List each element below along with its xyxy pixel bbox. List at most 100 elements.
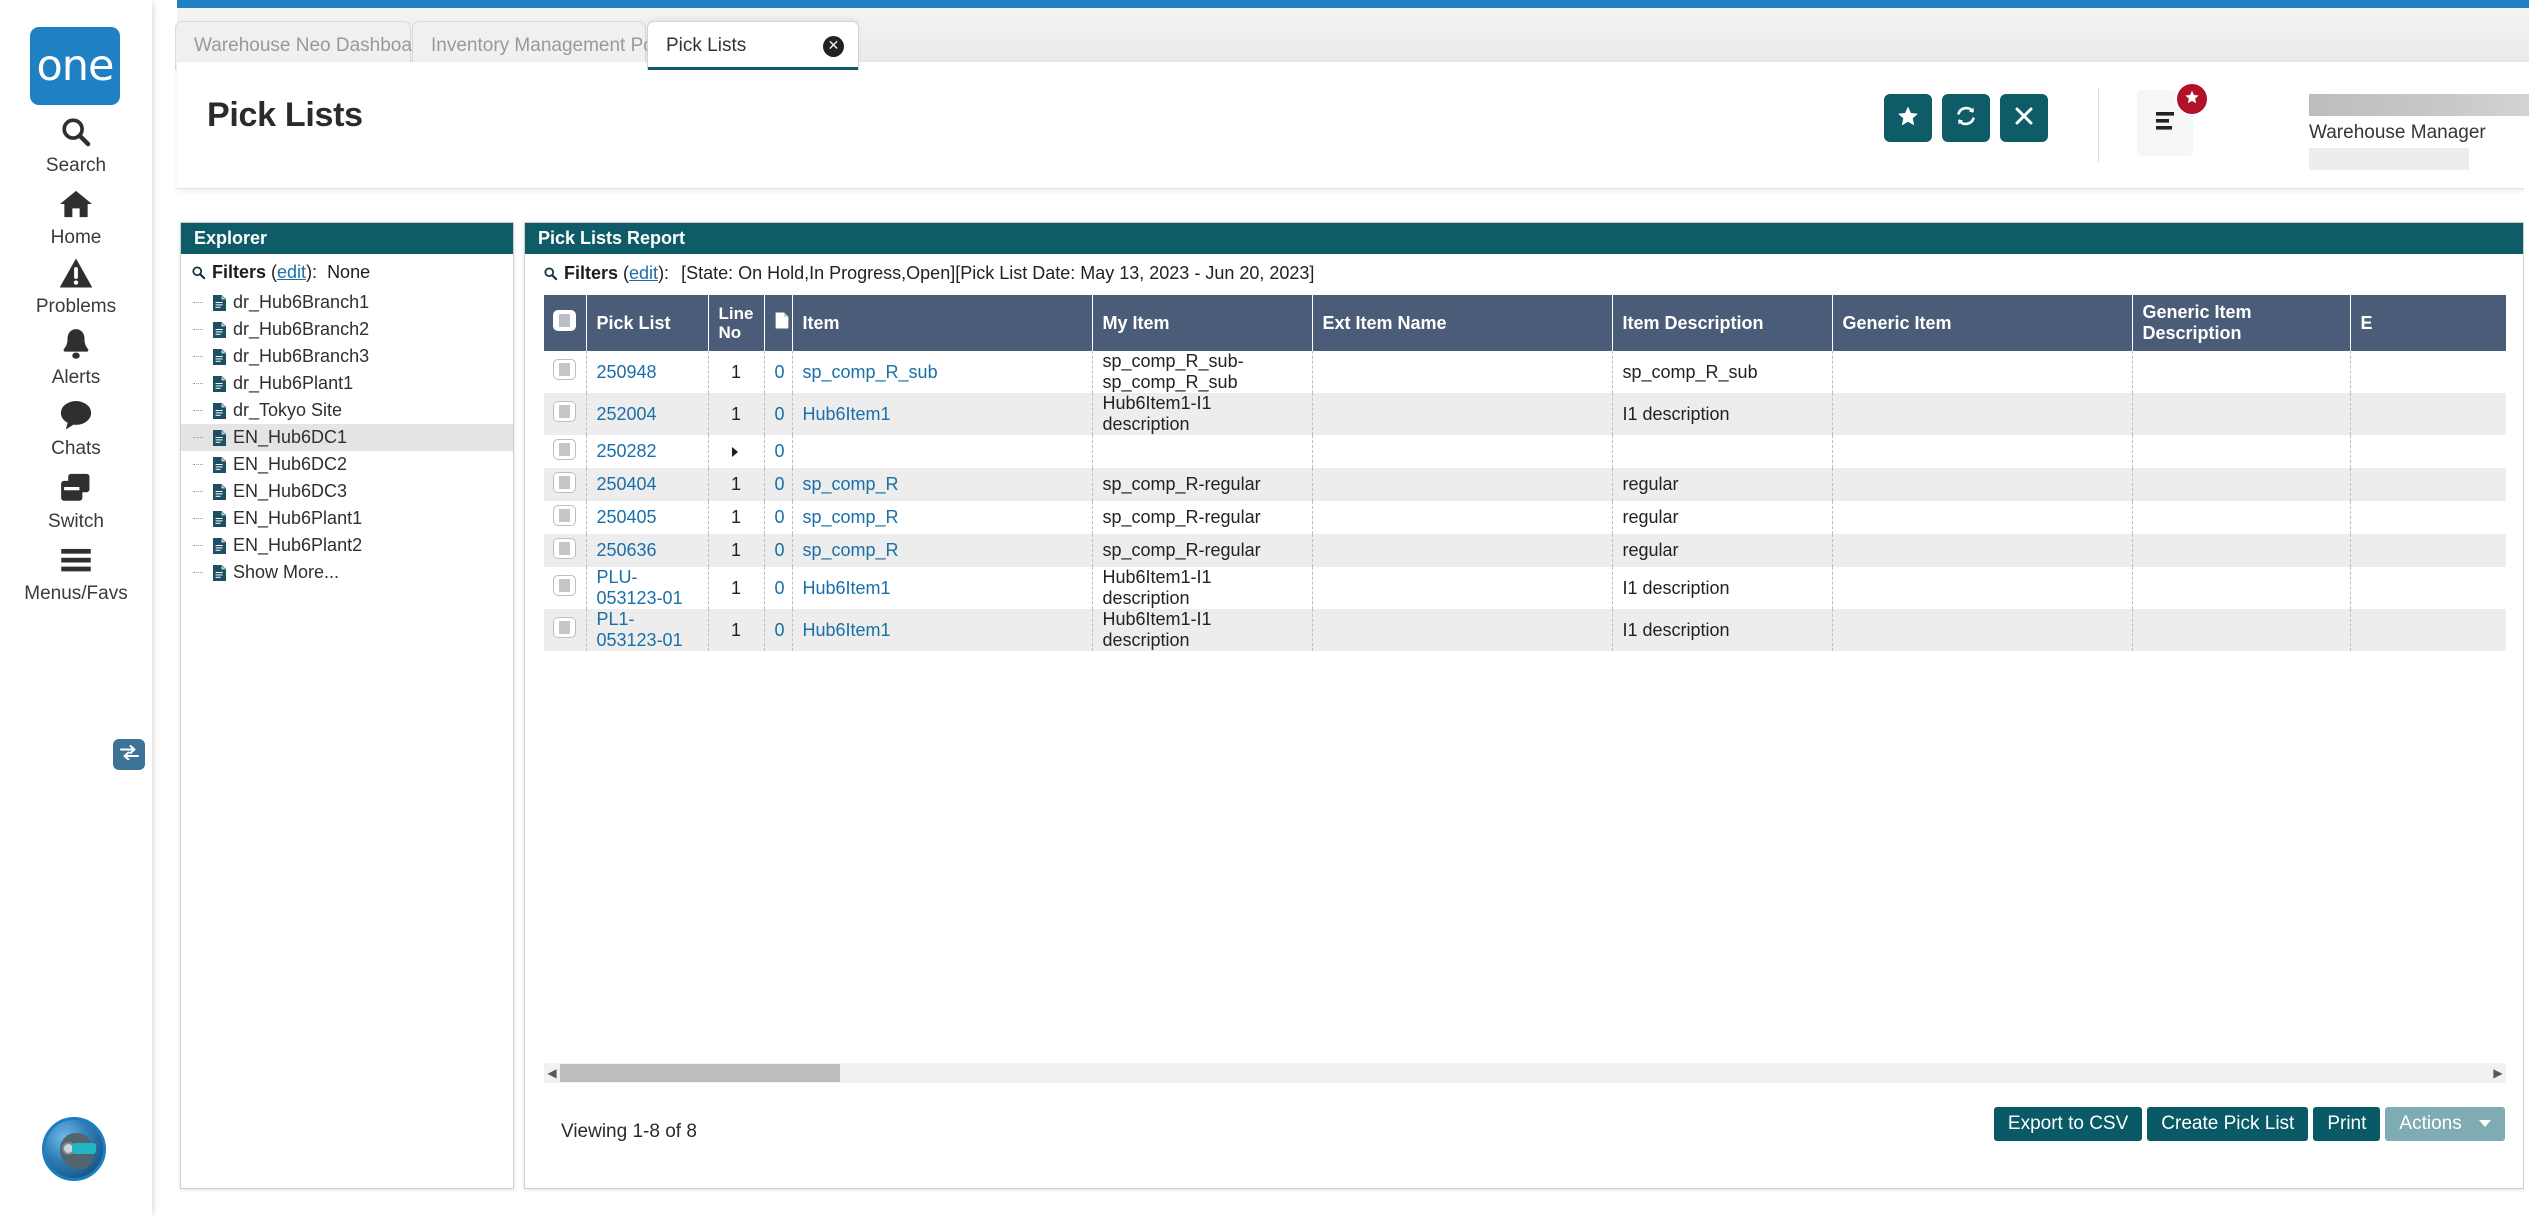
table-row[interactable]: 250636 1 0 sp_comp_R sp_comp_R-regular r… [544, 534, 2506, 567]
pick-list-link[interactable]: 250636 [597, 540, 657, 560]
explorer-item-en-hub6dc1[interactable]: EN_Hub6DC1 [181, 424, 513, 451]
table-row[interactable]: 250404 1 0 sp_comp_R sp_comp_R-regular r… [544, 468, 2506, 501]
column-header-my-item[interactable]: My Item [1092, 295, 1313, 351]
column-header-generic-item[interactable]: Generic Item [1832, 295, 2133, 351]
close-button[interactable] [2000, 94, 2048, 142]
row-checkbox[interactable] [553, 438, 577, 460]
user-profile[interactable]: Warehouse Manager [2309, 92, 2529, 170]
scrollbar-thumb[interactable] [560, 1064, 840, 1082]
rail-item-chats[interactable]: Chats [0, 393, 152, 460]
print-button[interactable]: Print [2313, 1107, 2381, 1141]
rail-item-menus-favs[interactable]: Menus/Favs [0, 538, 152, 605]
column-header-ext-item-name[interactable]: Ext Item Name [1312, 295, 1613, 351]
tab-pick-lists[interactable]: Pick Lists ✕ [647, 21, 859, 70]
explorer-item-dr-hub6branch1[interactable]: dr_Hub6Branch1 [181, 289, 513, 316]
create-pick-list-button[interactable]: Create Pick List [2147, 1107, 2309, 1141]
cell-item[interactable]: sp_comp_R [792, 501, 1093, 534]
table-row[interactable]: 250948 1 0 sp_comp_R_sub sp_comp_R_sub- … [544, 351, 2506, 393]
cell-pick-list[interactable]: 250404 [586, 468, 709, 501]
explorer-item-en-hub6dc2[interactable]: EN_Hub6DC2 [181, 451, 513, 478]
cell-item[interactable]: Hub6Item1 [792, 609, 1093, 651]
cell-pick-list[interactable]: 250405 [586, 501, 709, 534]
table-row[interactable]: PL1-053123-01 1 0 Hub6Item1 Hub6Item1-I1… [544, 609, 2506, 651]
row-checkbox-cell[interactable] [544, 501, 587, 534]
doc-count-link[interactable]: 0 [775, 362, 785, 382]
row-checkbox-cell[interactable] [544, 468, 587, 501]
cell-pick-list[interactable]: 252004 [586, 393, 709, 435]
cell-doc-count[interactable]: 0 [764, 609, 793, 651]
refresh-button[interactable] [1942, 94, 1990, 142]
explorer-item-en-hub6dc3[interactable]: EN_Hub6DC3 [181, 478, 513, 505]
explorer-item-dr-hub6plant1[interactable]: dr_Hub6Plant1 [181, 370, 513, 397]
rail-item-search[interactable]: Search [0, 110, 152, 177]
cell-doc-count[interactable]: 0 [764, 435, 793, 468]
item-link[interactable]: sp_comp_R_sub [803, 362, 938, 382]
cell-pick-list[interactable]: 250948 [586, 351, 709, 393]
cell-item[interactable]: Hub6Item1 [792, 567, 1093, 609]
explorer-filters-edit-link[interactable]: edit [277, 262, 306, 283]
cell-pick-list[interactable]: 250636 [586, 534, 709, 567]
column-header-document[interactable] [764, 295, 793, 351]
explorer-item-dr-hub6branch2[interactable]: dr_Hub6Branch2 [181, 316, 513, 343]
pick-list-link[interactable]: 250282 [597, 441, 657, 461]
row-checkbox-cell[interactable] [544, 435, 587, 468]
explorer-item-en-hub6plant1[interactable]: EN_Hub6Plant1 [181, 505, 513, 532]
cell-item[interactable]: Hub6Item1 [792, 393, 1093, 435]
cell-doc-count[interactable]: 0 [764, 567, 793, 609]
cell-doc-count[interactable]: 0 [764, 468, 793, 501]
doc-count-link[interactable]: 0 [775, 474, 785, 494]
doc-count-link[interactable]: 0 [775, 540, 785, 560]
pick-list-link[interactable]: 250404 [597, 474, 657, 494]
doc-count-link[interactable]: 0 [775, 507, 785, 527]
item-link[interactable]: sp_comp_R [803, 540, 899, 560]
pick-list-link[interactable]: PL1-053123-01 [597, 609, 683, 650]
table-row[interactable]: PLU-053123-01 1 0 Hub6Item1 Hub6Item1-I1… [544, 567, 2506, 609]
cell-doc-count[interactable]: 0 [764, 393, 793, 435]
table-horizontal-scrollbar[interactable]: ◀ ▶ [544, 1063, 2506, 1083]
scroll-right-arrow-icon[interactable]: ▶ [2490, 1066, 2506, 1080]
pick-list-link[interactable]: 250405 [597, 507, 657, 527]
one-network-logo[interactable]: one [30, 27, 120, 105]
column-header-select-all[interactable] [544, 295, 587, 351]
explorer-item-dr-tokyo-site[interactable]: dr_Tokyo Site [181, 397, 513, 424]
item-link[interactable]: Hub6Item1 [803, 578, 891, 598]
row-checkbox-cell[interactable] [544, 393, 587, 435]
item-link[interactable]: Hub6Item1 [803, 404, 891, 424]
explorer-item-en-hub6plant2[interactable]: EN_Hub6Plant2 [181, 532, 513, 559]
avatar[interactable] [42, 1117, 106, 1181]
row-checkbox[interactable] [553, 617, 577, 638]
column-header-e-truncated[interactable]: E [2350, 295, 2506, 351]
rail-item-alerts[interactable]: Alerts [0, 322, 152, 389]
scrollbar-track[interactable] [560, 1063, 2490, 1083]
table-row[interactable]: 250405 1 0 sp_comp_R sp_comp_R-regular r… [544, 501, 2506, 534]
cell-item[interactable]: sp_comp_R [792, 534, 1093, 567]
page-scrollbar[interactable] [2524, 188, 2529, 1217]
doc-count-link[interactable]: 0 [775, 404, 785, 424]
scroll-left-arrow-icon[interactable]: ◀ [544, 1066, 560, 1080]
rail-item-home[interactable]: Home [0, 182, 152, 249]
column-header-item[interactable]: Item [792, 295, 1093, 351]
column-header-line-no[interactable]: Line No [708, 295, 765, 351]
pick-list-link[interactable]: 252004 [597, 404, 657, 424]
explorer-item-show-more[interactable]: Show More... [181, 559, 513, 586]
column-header-generic-item-description[interactable]: Generic Item Description [2132, 295, 2351, 351]
row-checkbox[interactable] [553, 471, 577, 493]
row-checkbox[interactable] [553, 575, 577, 596]
item-link[interactable]: sp_comp_R [803, 507, 899, 527]
cell-doc-count[interactable]: 0 [764, 501, 793, 534]
explorer-item-dr-hub6branch3[interactable]: dr_Hub6Branch3 [181, 343, 513, 370]
rail-item-switch[interactable]: Switch [0, 466, 152, 533]
cell-pick-list[interactable]: PLU-053123-01 [586, 567, 709, 609]
cell-pick-list[interactable]: 250282 [586, 435, 709, 468]
doc-count-link[interactable]: 0 [775, 620, 785, 640]
cell-item[interactable]: sp_comp_R_sub [792, 351, 1093, 393]
select-all-checkbox[interactable] [553, 310, 577, 331]
favorite-button[interactable] [1884, 94, 1932, 142]
row-checkbox-cell[interactable] [544, 351, 587, 393]
report-filters-edit-link[interactable]: edit [629, 263, 658, 284]
switch-toggle-badge[interactable] [113, 739, 145, 770]
item-link[interactable]: sp_comp_R [803, 474, 899, 494]
pick-list-link[interactable]: PLU-053123-01 [597, 567, 683, 608]
cell-doc-count[interactable]: 0 [764, 534, 793, 567]
table-row[interactable]: 250282 0 [544, 435, 2506, 468]
